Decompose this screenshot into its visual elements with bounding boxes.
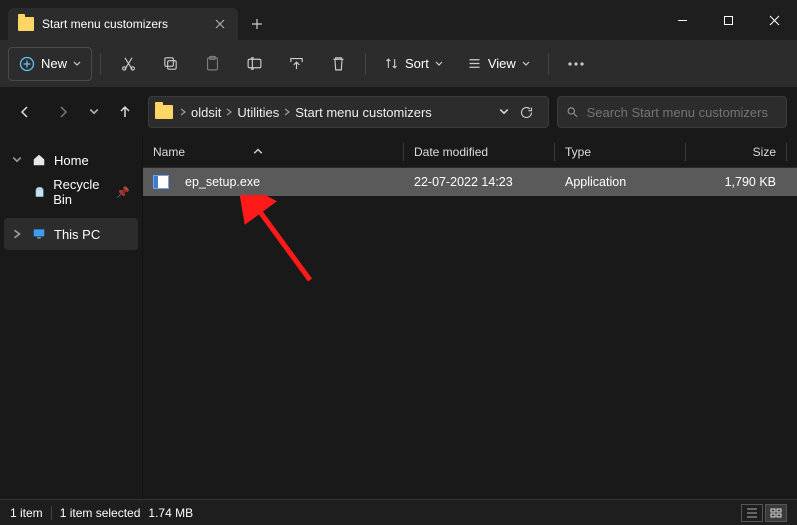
paste-button[interactable]: [193, 47, 231, 81]
search-box[interactable]: [557, 96, 787, 128]
file-date: 22-07-2022 14:23: [414, 175, 554, 189]
file-row[interactable]: ep_setup.exe 22-07-2022 14:23 Applicatio…: [143, 168, 797, 196]
layout-details-button[interactable]: [741, 504, 763, 522]
sidebar-label: Recycle Bin: [53, 177, 108, 207]
folder-icon: [18, 17, 34, 31]
col-date[interactable]: Date modified: [414, 145, 554, 159]
sidebar: Home Recycle Bin 📌 This PC: [0, 136, 143, 499]
file-type: Application: [565, 175, 685, 189]
delete-button[interactable]: [319, 47, 357, 81]
item-count: 1 item: [10, 506, 43, 520]
up-button[interactable]: [110, 97, 140, 127]
new-tab-button[interactable]: [242, 9, 272, 39]
forward-button[interactable]: [48, 97, 78, 127]
selected-count: 1 item selected: [60, 506, 141, 520]
toolbar: New Sort View: [0, 40, 797, 88]
copy-button[interactable]: [151, 47, 189, 81]
pc-icon: [32, 227, 46, 241]
view-button[interactable]: View: [457, 47, 540, 81]
new-button[interactable]: New: [8, 47, 92, 81]
address-bar-row: oldsit Utilities Start menu customizers: [0, 88, 797, 136]
file-size: 1,790 KB: [696, 175, 776, 189]
sidebar-item-home[interactable]: Home: [4, 144, 138, 176]
maximize-button[interactable]: [705, 0, 751, 40]
close-tab-icon[interactable]: [212, 16, 228, 32]
status-bar: 1 item 1 item selected 1.74 MB: [0, 499, 797, 525]
sidebar-item-recycle[interactable]: Recycle Bin 📌: [4, 176, 138, 208]
sidebar-label: Home: [54, 153, 89, 168]
sidebar-item-thispc[interactable]: This PC: [4, 218, 138, 250]
search-icon: [566, 105, 579, 119]
col-type[interactable]: Type: [565, 145, 685, 159]
sidebar-label: This PC: [54, 227, 100, 242]
close-button[interactable]: [751, 0, 797, 40]
search-input[interactable]: [587, 105, 778, 120]
cut-button[interactable]: [109, 47, 147, 81]
layout-icons-button[interactable]: [765, 504, 787, 522]
crumb-1[interactable]: Utilities: [237, 105, 279, 120]
refresh-icon[interactable]: [519, 105, 534, 120]
new-label: New: [41, 56, 67, 71]
back-button[interactable]: [10, 97, 40, 127]
pin-icon[interactable]: 📌: [116, 186, 130, 199]
file-list: Name Date modified Type Size ep_setup.ex…: [143, 136, 797, 499]
window-tab[interactable]: Start menu customizers: [8, 8, 238, 40]
history-chevron-icon[interactable]: [499, 107, 509, 117]
titlebar: Start menu customizers: [0, 0, 797, 40]
view-label: View: [488, 56, 516, 71]
sort-label: Sort: [405, 56, 429, 71]
crumb-2[interactable]: Start menu customizers: [295, 105, 432, 120]
recycle-icon: [34, 185, 45, 199]
folder-icon: [155, 105, 173, 119]
column-headers: Name Date modified Type Size: [143, 136, 797, 168]
file-name: ep_setup.exe: [185, 175, 260, 189]
window-controls: [659, 0, 797, 40]
recent-button[interactable]: [86, 97, 102, 127]
col-size[interactable]: Size: [696, 145, 776, 159]
more-button[interactable]: [557, 47, 595, 81]
minimize-button[interactable]: [659, 0, 705, 40]
rename-button[interactable]: [235, 47, 273, 81]
col-name[interactable]: Name: [153, 145, 403, 159]
tab-title: Start menu customizers: [42, 17, 212, 31]
sort-button[interactable]: Sort: [374, 47, 453, 81]
crumb-0[interactable]: oldsit: [191, 105, 221, 120]
selected-size: 1.74 MB: [148, 506, 193, 520]
breadcrumb[interactable]: oldsit Utilities Start menu customizers: [148, 96, 549, 128]
exe-icon: [153, 175, 169, 189]
sort-asc-icon: [253, 147, 263, 157]
share-button[interactable]: [277, 47, 315, 81]
home-icon: [32, 153, 46, 167]
